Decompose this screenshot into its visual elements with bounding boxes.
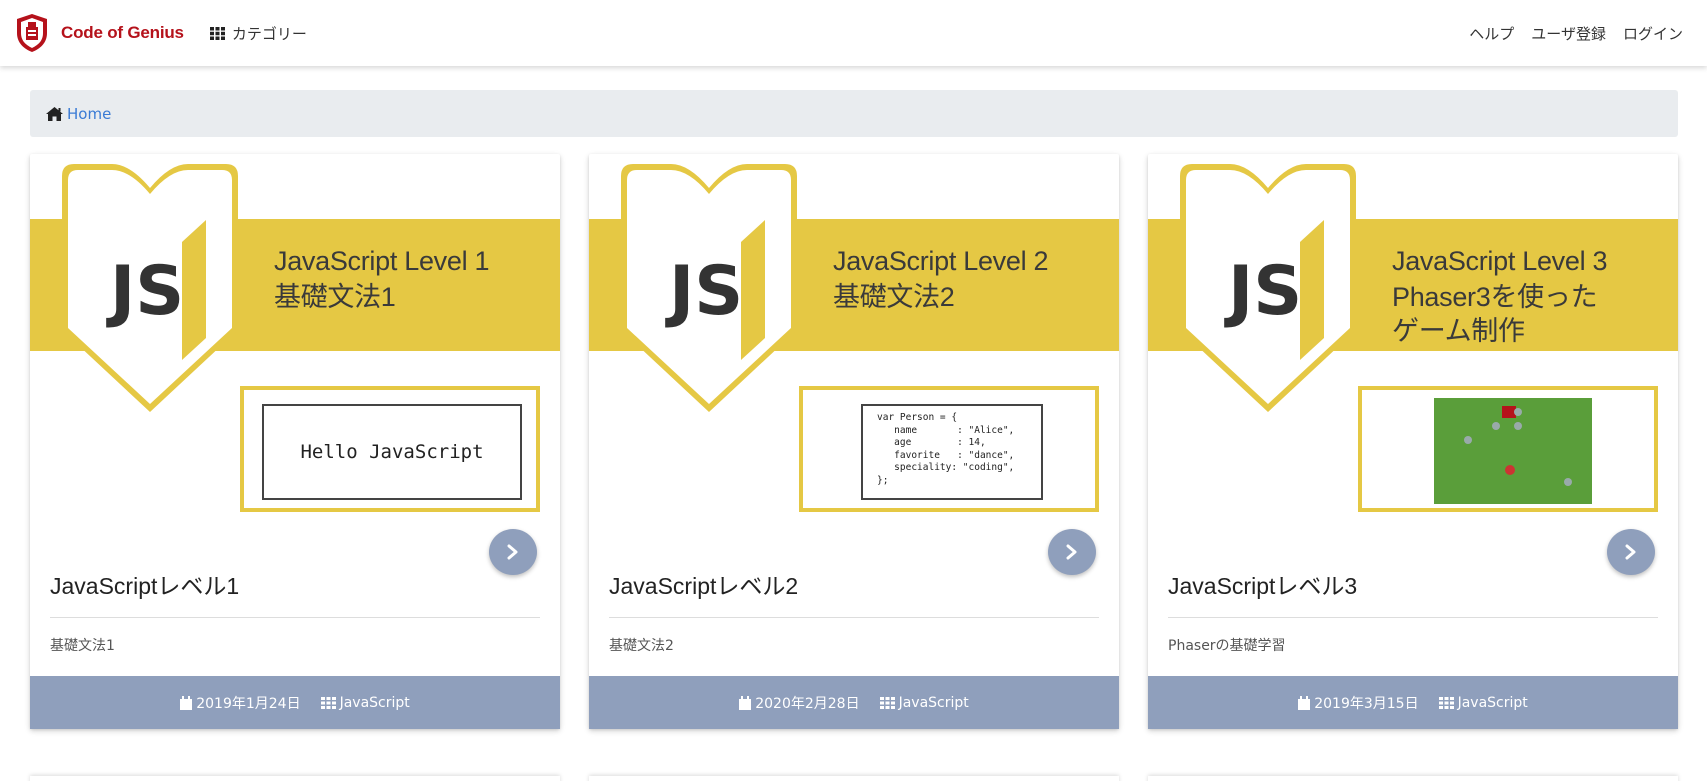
date-text: 2019年1月24日: [196, 695, 301, 712]
card-description: 基礎文法1: [50, 638, 115, 654]
brand-link[interactable]: Code of Genius: [15, 13, 184, 53]
card-footer: 2019年3月15日 JavaScript: [1148, 676, 1678, 729]
chevron-right-icon: [507, 544, 518, 560]
banner-subtitle: Phaser3を使った: [1392, 282, 1598, 312]
hello-preview: Hello JavaScript: [262, 404, 522, 500]
home-icon: [46, 106, 63, 121]
course-card[interactable]: JS JavaScript Level 3 Phaser3を使った ゲーム制作: [1148, 154, 1678, 729]
card-title[interactable]: JavaScriptレベル3: [1168, 567, 1357, 601]
category-label: カテゴリー: [231, 24, 307, 43]
banner-subtitle: 基礎文法1: [274, 282, 396, 312]
code-preview: var Person = { name : "Alice", age : 14,…: [861, 404, 1043, 500]
chevron-right-icon: [1625, 544, 1636, 560]
course-card-next-row: [30, 776, 560, 781]
banner-title: JavaScript Level 3: [1392, 246, 1608, 276]
chevron-right-icon: [1066, 544, 1077, 560]
grid-icon: [209, 26, 225, 40]
grid-icon: [879, 696, 895, 709]
card-date: 2019年3月15日: [1298, 693, 1419, 713]
card-footer: 2019年1月24日 JavaScript: [30, 676, 560, 729]
category-text: JavaScript: [898, 694, 969, 711]
card-title[interactable]: JavaScriptレベル2: [609, 567, 798, 601]
card-title[interactable]: JavaScriptレベル1: [50, 567, 239, 601]
banner-title: JavaScript Level 2: [833, 246, 1049, 276]
open-course-button[interactable]: [1048, 529, 1096, 575]
preview-frame: [1358, 386, 1658, 512]
calendar-icon: [739, 695, 752, 710]
svg-text:JS: JS: [1224, 252, 1302, 331]
card-divider: [1168, 617, 1658, 618]
brand-name: Code of Genius: [61, 23, 184, 42]
date-text: 2019年3月15日: [1314, 695, 1419, 712]
top-navbar: Code of Genius カテゴリー ヘルプ ユーザ登録 ログイン: [0, 0, 1707, 66]
game-screenshot: [1434, 398, 1592, 504]
open-course-button[interactable]: [489, 529, 537, 575]
card-date: 2019年1月24日: [180, 693, 301, 713]
svg-text:JS: JS: [665, 252, 743, 331]
login-link[interactable]: ログイン: [1623, 23, 1683, 44]
calendar-icon: [1298, 695, 1311, 710]
open-course-button[interactable]: [1607, 529, 1655, 575]
card-description: 基礎文法2: [609, 638, 674, 654]
svg-text:JS: JS: [106, 252, 184, 331]
preview-frame: var Person = { name : "Alice", age : 14,…: [799, 386, 1099, 512]
card-divider: [609, 617, 1099, 618]
breadcrumb-home-link[interactable]: Home: [67, 105, 111, 123]
card-category[interactable]: JavaScript: [879, 694, 969, 711]
card-category[interactable]: JavaScript: [1438, 694, 1528, 711]
game-sprites-icon: [1434, 398, 1592, 504]
course-banner-image: JS JavaScript Level 3 Phaser3を使った ゲーム制作: [1148, 154, 1678, 534]
banner-subtitle: 基礎文法2: [833, 282, 955, 312]
date-text: 2020年2月28日: [755, 695, 860, 712]
shield-logo-icon: [17, 14, 47, 52]
course-banner-image: JS JavaScript Level 1 基礎文法1 Hello JavaSc…: [30, 154, 560, 534]
category-text: JavaScript: [1457, 694, 1528, 711]
course-card[interactable]: JS JavaScript Level 2 基礎文法2 var Person =…: [589, 154, 1119, 729]
banner-subtitle: ゲーム制作: [1392, 316, 1525, 346]
course-card[interactable]: JS JavaScript Level 1 基礎文法1 Hello JavaSc…: [30, 154, 560, 729]
course-banner-image: JS JavaScript Level 2 基礎文法2 var Person =…: [589, 154, 1119, 534]
card-date: 2020年2月28日: [739, 693, 860, 713]
card-footer: 2020年2月28日 JavaScript: [589, 676, 1119, 729]
banner-title: JavaScript Level 1: [274, 246, 490, 276]
breadcrumb: Home: [30, 90, 1678, 137]
card-category[interactable]: JavaScript: [320, 694, 410, 711]
calendar-icon: [180, 695, 193, 710]
help-link[interactable]: ヘルプ: [1469, 23, 1514, 44]
grid-icon: [1438, 696, 1454, 709]
card-divider: [50, 617, 540, 618]
preview-frame: Hello JavaScript: [240, 386, 540, 512]
register-link[interactable]: ユーザ登録: [1531, 23, 1606, 44]
course-card-next-row: [1148, 776, 1678, 781]
category-menu[interactable]: カテゴリー: [209, 23, 307, 44]
card-description: Phaserの基礎学習: [1168, 638, 1286, 654]
grid-icon: [320, 696, 336, 709]
nav-links: ヘルプ ユーザ登録 ログイン: [1469, 23, 1683, 44]
category-text: JavaScript: [339, 694, 410, 711]
course-card-next-row: [589, 776, 1119, 781]
